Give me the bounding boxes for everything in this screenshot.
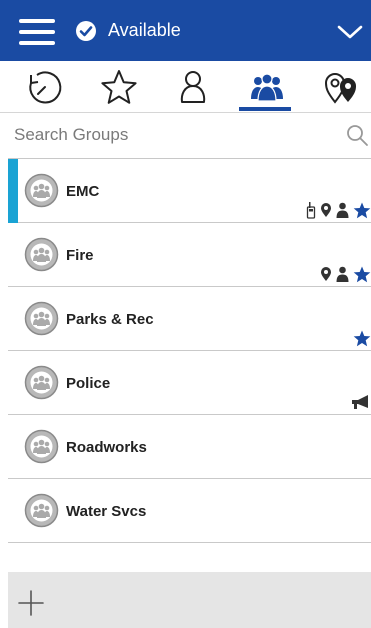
person-icon [180,71,206,103]
group-name: EMC [66,183,100,200]
check-circle-icon[interactable] [75,20,97,42]
star-icon [101,70,137,104]
group-name: Water Svcs [66,503,147,520]
group-indicators [351,393,371,411]
footer-bar [8,572,371,628]
groups-icon [251,73,283,102]
search-icon[interactable] [345,123,369,147]
chevron-down-icon[interactable] [337,24,363,40]
group-row-emc[interactable]: EMC [8,159,371,223]
group-indicators [353,329,371,347]
search-bar [0,113,371,158]
presence-status-label[interactable]: Available [108,20,181,41]
map-pins-icon [324,73,356,104]
group-avatar-icon [24,237,59,272]
tab-groups[interactable] [230,61,304,113]
group-name: Roadworks [66,439,147,456]
group-name: Fire [66,247,94,264]
group-row-fire[interactable]: Fire [8,223,371,287]
group-avatar-icon [24,301,59,336]
tab-map[interactable] [304,61,371,113]
group-row-police[interactable]: Police [8,351,371,415]
group-name: Police [66,375,111,392]
tab-favorites[interactable] [82,61,156,113]
group-avatar-icon [24,365,59,400]
megaphone-icon [352,395,368,409]
group-row-roadworks[interactable]: Roadworks [8,415,371,479]
hamburger-menu-icon[interactable] [19,19,55,45]
star-icon [353,330,371,346]
location-pin-icon [321,203,331,217]
star-icon [353,202,371,218]
tab-contacts[interactable] [156,61,230,113]
location-pin-icon [321,267,331,281]
group-avatar-icon [24,173,59,208]
group-indicators [320,265,371,283]
plus-icon[interactable] [18,590,44,616]
history-icon [29,71,62,104]
tab-history[interactable] [8,61,82,113]
selected-tab-indicator [239,107,291,111]
group-indicators [306,201,371,219]
group-row-water-svcs[interactable]: Water Svcs [8,479,371,543]
search-input[interactable] [14,121,324,149]
star-icon [353,266,371,282]
person-icon [336,266,349,282]
group-row-parks-rec[interactable]: Parks & Rec [8,287,371,351]
group-avatar-icon [24,429,59,464]
group-list: EMC Fire Parks & Rec Police Roadworks Wa… [8,159,371,543]
group-avatar-icon [24,493,59,528]
radio-icon [306,202,316,219]
tab-bar [0,61,371,113]
group-name: Parks & Rec [66,311,154,328]
person-icon [336,202,349,218]
app-header: Available [0,0,371,61]
